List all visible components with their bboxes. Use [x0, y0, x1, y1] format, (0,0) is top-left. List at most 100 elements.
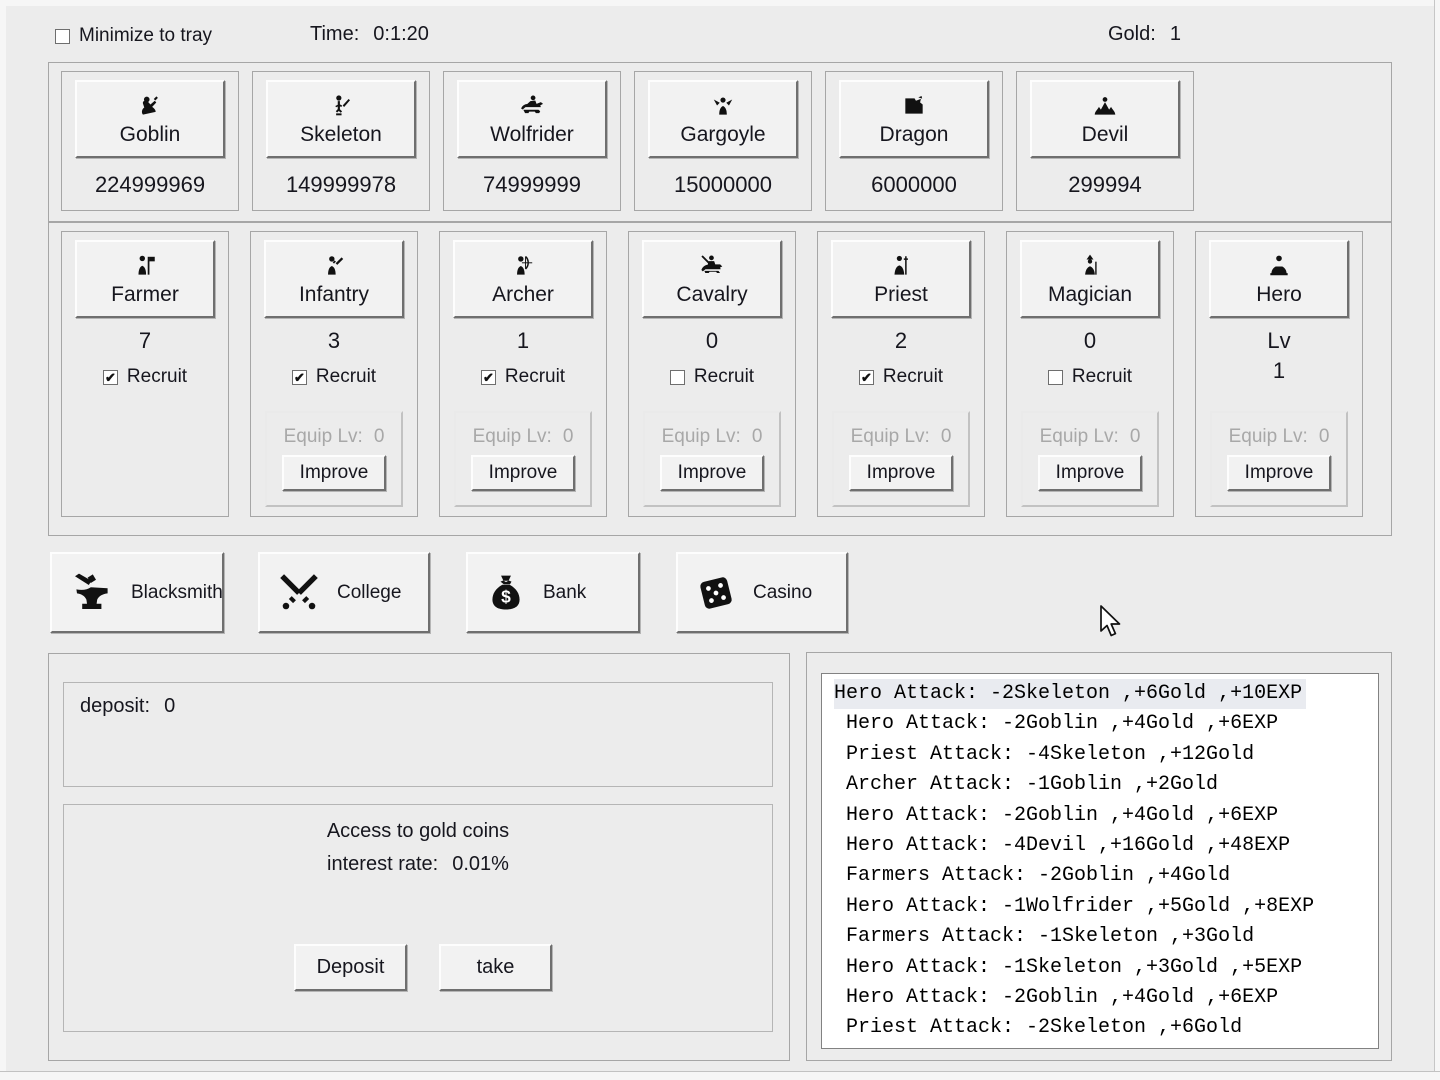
log-entry[interactable]: Priest Attack: -2Skeleton ,+6Gold [834, 1013, 1378, 1043]
log-entry[interactable]: Hero Attack: -1Wolfrider ,+5Gold ,+8EXP [834, 892, 1378, 922]
checkbox-mark: ✔ [483, 371, 494, 384]
monster-card-gargoyle: Gargoyle 15000000 [634, 71, 812, 211]
monster-row-group: Goblin 224999969 Skeleton 149999978 [48, 62, 1392, 222]
gold-label: Gold: [1108, 23, 1156, 45]
mouse-cursor-icon [1098, 604, 1124, 645]
time-value: 0:1:20 [373, 23, 429, 45]
devil-count: 299994 [1068, 172, 1141, 198]
improve-button-infantry[interactable]: Improve [282, 455, 386, 491]
skeleton-button[interactable]: Skeleton [266, 80, 416, 158]
checkbox-box[interactable] [1048, 370, 1063, 385]
hero-icon [1262, 252, 1296, 280]
priest-label: Priest [874, 283, 928, 307]
dragon-count: 6000000 [871, 172, 957, 198]
improve-button-magician[interactable]: Improve [1038, 455, 1142, 491]
unit-card-priest: Priest 2 ✔ Recruit Equip Lv:0 Improve [817, 231, 985, 517]
improve-button-archer[interactable]: Improve [471, 455, 575, 491]
checkbox-box[interactable]: ✔ [859, 370, 874, 385]
infantry-button[interactable]: Infantry [264, 240, 404, 318]
log-entry[interactable]: Hero Attack: -4Devil ,+16Gold ,+48EXP [834, 831, 1378, 861]
recruit-checkbox-infantry[interactable]: ✔ Recruit [292, 366, 376, 388]
skeleton-label: Skeleton [300, 123, 382, 147]
priest-button[interactable]: Priest [831, 240, 971, 318]
college-icon [276, 570, 322, 616]
magician-count: 0 [1084, 328, 1096, 354]
deposit-value: 0 [164, 695, 175, 717]
improve-button-priest[interactable]: Improve [849, 455, 953, 491]
battle-log-list[interactable]: Hero Attack: -2Skeleton ,+6Gold ,+10EXP … [821, 673, 1379, 1049]
infantry-label: Infantry [299, 283, 369, 307]
goblin-count: 224999969 [95, 172, 205, 198]
magician-button[interactable]: Magician [1020, 240, 1160, 318]
equip-panel-cavalry: Equip Lv:0 Improve [643, 411, 781, 507]
recruit-label: Recruit [316, 366, 376, 388]
farmer-icon [130, 252, 160, 280]
take-button[interactable]: take [439, 944, 552, 991]
equip-level-label: Equip Lv:0 [284, 426, 385, 448]
log-entry[interactable]: Priest Attack: -4Skeleton ,+12Gold [834, 740, 1378, 770]
recruit-checkbox-magician[interactable]: Recruit [1048, 366, 1132, 388]
skeleton-icon [325, 92, 357, 120]
archer-button[interactable]: Archer [453, 240, 593, 318]
log-entry[interactable]: Hero Attack: -2Goblin ,+4Gold ,+6EXP [834, 709, 1378, 739]
unit-card-infantry: Infantry 3 ✔ Recruit Equip Lv:0 Improve [250, 231, 418, 517]
recruit-checkbox-cavalry[interactable]: Recruit [670, 366, 754, 388]
farmer-button[interactable]: Farmer [75, 240, 215, 318]
interest-rate-text: interest rate:0.01% [64, 853, 772, 876]
hero-button[interactable]: Hero [1209, 240, 1349, 318]
recruit-checkbox-priest[interactable]: ✔ Recruit [859, 366, 943, 388]
log-entry[interactable]: Farmers Attack: -1Skeleton ,+3Gold [834, 922, 1378, 952]
goblin-label: Goblin [120, 123, 181, 147]
skeleton-count: 149999978 [286, 172, 396, 198]
checkbox-box[interactable]: ✔ [292, 370, 307, 385]
log-entry[interactable]: Hero Attack: -2Goblin ,+4Gold ,+6EXP [834, 801, 1378, 831]
farmer-label: Farmer [111, 283, 179, 307]
wolfrider-button[interactable]: Wolfrider [457, 80, 607, 158]
blacksmith-icon [68, 569, 116, 617]
unit-card-hero: Hero Lv 1 Equip Lv:0 Improve [1195, 231, 1363, 517]
checkbox-box[interactable]: ✔ [481, 370, 496, 385]
cavalry-button[interactable]: Cavalry [642, 240, 782, 318]
deposit-button[interactable]: Deposit [294, 944, 407, 991]
recruit-checkbox-farmer[interactable]: ✔ Recruit [103, 366, 187, 388]
recruit-label: Recruit [505, 366, 565, 388]
recruit-checkbox-archer[interactable]: ✔ Recruit [481, 366, 565, 388]
checkbox-box[interactable] [670, 370, 685, 385]
goblin-button[interactable]: Goblin [75, 80, 225, 158]
access-gold-text: Access to gold coins [64, 820, 772, 843]
equip-panel-magician: Equip Lv:0 Improve [1021, 411, 1159, 507]
improve-button-hero[interactable]: Improve [1227, 455, 1331, 491]
improve-button-cavalry[interactable]: Improve [660, 455, 764, 491]
college-button[interactable]: College [258, 552, 430, 633]
casino-button[interactable]: Casino [676, 552, 848, 633]
dragon-label: Dragon [880, 123, 949, 147]
hero-level-value: 1 [1273, 358, 1285, 384]
gargoyle-count: 15000000 [674, 172, 772, 198]
bank-button[interactable]: $ Bank [466, 552, 640, 633]
wolfrider-label: Wolfrider [490, 123, 574, 147]
equip-level-label: Equip Lv:0 [851, 426, 952, 448]
gargoyle-button[interactable]: Gargoyle [648, 80, 798, 158]
log-entry[interactable]: Archer Attack: -1Goblin ,+2Gold [834, 770, 1378, 800]
archer-count: 1 [517, 328, 529, 354]
blacksmith-button[interactable]: Blacksmith [50, 552, 224, 633]
log-entry[interactable]: Hero Attack: -2Goblin ,+4Gold ,+6EXP [834, 983, 1378, 1013]
blacksmith-label: Blacksmith [131, 582, 223, 604]
checkbox-box[interactable] [55, 29, 70, 44]
log-entry[interactable]: Farmers Attack: -2Goblin ,+4Gold [834, 861, 1378, 891]
unit-card-archer: Archer 1 ✔ Recruit Equip Lv:0 Improve [439, 231, 607, 517]
priest-icon [887, 252, 915, 280]
log-entry[interactable]: Hero Attack: -2Skeleton ,+6Gold ,+10EXP [834, 679, 1306, 709]
bank-icon: $ [484, 570, 528, 616]
equip-level-label: Equip Lv:0 [1040, 426, 1141, 448]
equip-level-label: Equip Lv:0 [1229, 426, 1330, 448]
log-entry[interactable]: Hero Attack: -1Skeleton ,+3Gold ,+5EXP [834, 953, 1378, 983]
devil-label: Devil [1082, 123, 1129, 147]
minimize-to-tray-label: Minimize to tray [79, 25, 212, 47]
minimize-to-tray-checkbox[interactable]: Minimize to tray [55, 25, 212, 47]
devil-button[interactable]: Devil [1030, 80, 1180, 158]
interest-box: Access to gold coins interest rate:0.01%… [63, 804, 773, 1032]
checkbox-box[interactable]: ✔ [103, 370, 118, 385]
dragon-button[interactable]: Dragon [839, 80, 989, 158]
infantry-count: 3 [328, 328, 340, 354]
